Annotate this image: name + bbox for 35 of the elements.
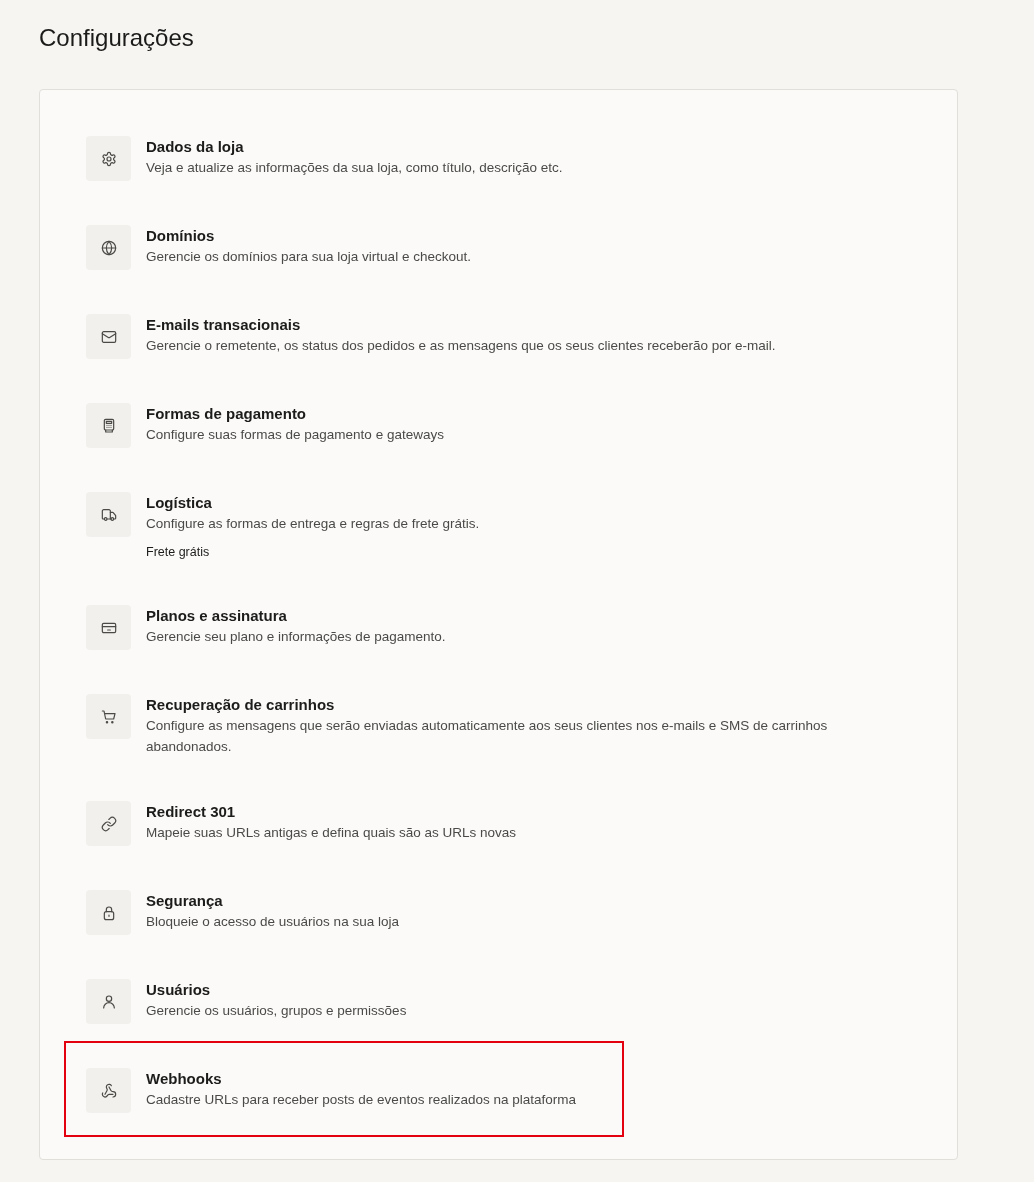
setting-link[interactable]: Segurança [146,891,223,911]
setting-link[interactable]: Redirect 301 [146,802,236,822]
setting-link[interactable]: Logística [146,493,212,513]
link-icon [86,801,131,846]
setting-description: Gerencie os domínios para sua loja virtual e checkout. [146,248,471,266]
webhook-icon [86,1068,131,1113]
setting-description: Gerencie seu plano e informações de pagamento. [146,628,446,646]
setting-link[interactable]: Webhooks [146,1069,222,1089]
setting-description: Configure suas formas de pagamento e gateways [146,426,444,444]
setting-link[interactable]: Domínios [146,226,215,246]
setting-description: Configure as formas de entrega e regras de frete grátis. [146,515,480,533]
envelope-icon [86,314,131,359]
page-title: Configurações [39,23,195,53]
setting-link[interactable]: Planos e assinatura [146,606,287,626]
shortcut-link[interactable]: Frete grátis [146,543,210,561]
setting-link[interactable]: E-mails transacionais [146,315,301,335]
padlock-icon [86,890,131,935]
setting-description: Gerencie o remetente, os status dos pedidos e as mensagens que os seus clientes receberão por e-mail. [146,337,776,355]
globe-icon [86,225,131,270]
setting-link[interactable]: Usuários [146,980,211,1000]
setting-link[interactable]: Formas de pagamento [146,404,307,424]
setting-link[interactable]: Dados da loja [146,137,244,157]
card-machine-icon [86,403,131,448]
truck-icon [86,492,131,537]
setting-description: Bloqueie o acesso de usuários na sua loja [146,913,399,931]
setting-link[interactable]: Recuperação de carrinhos [146,695,335,715]
cart-icon [86,694,131,739]
setting-description: Configure as mensagens que serão enviadas automaticamente aos seus clientes nos e-mails e SMS de carrinhos abandonados. [146,717,829,756]
user-icon [86,979,131,1024]
gear-icon [86,136,131,181]
setting-description: Mapeie suas URLs antigas e defina quais são as URLs novas [146,824,516,842]
setting-description: Veja e atualize as informações da sua loja, como título, descrição etc. [146,159,563,177]
setting-description: Cadastre URLs para receber posts de eventos realizados na plataforma [146,1091,576,1109]
credit-card-icon [86,605,131,650]
setting-description: Gerencie os usuários, grupos e permissões [146,1002,407,1020]
